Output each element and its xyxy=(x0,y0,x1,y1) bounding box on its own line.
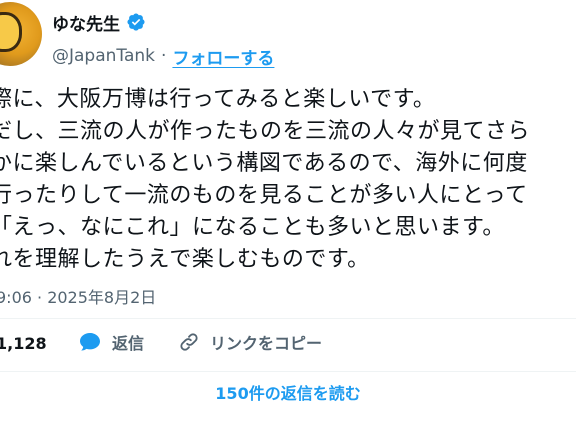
tweet-text-line: 際に、大阪万博は行ってみると楽しいです。 xyxy=(0,87,436,112)
divider xyxy=(0,318,576,319)
author-handle[interactable]: @JapanTank xyxy=(52,46,155,66)
author-avatar[interactable] xyxy=(0,2,42,66)
reply-label: 返信 xyxy=(112,334,145,353)
tweet-text-line: れを理解したうえで楽しむものです。 xyxy=(0,247,370,272)
tweet-text-line: 「えっ、なにこれ」になることも多いと思います。 xyxy=(0,215,505,240)
tweet-timestamp[interactable]: 9:06 · 2025年8月2日 xyxy=(0,284,156,308)
author-display-name[interactable]: ゆな先生 xyxy=(52,10,120,35)
tweet-text-line: かに楽しんでいるという構図であるので、海外に何度 xyxy=(0,151,528,176)
like-count[interactable]: 1,128 xyxy=(0,334,47,353)
avatar-character-icon xyxy=(0,12,22,52)
copy-link-label: リンクをコピー xyxy=(210,334,323,353)
separator-dot: · xyxy=(161,46,167,66)
tweet-text-line: 行ったりして一流のものを見ることが多い人にとって xyxy=(0,183,528,208)
verified-badge-icon xyxy=(127,13,145,31)
copy-link-button[interactable]: リンクをコピー xyxy=(178,330,322,354)
link-icon xyxy=(180,333,198,351)
tweet-actions-bar: 1,128 返信 リンクをコピー xyxy=(0,330,576,362)
like-count-value: 1,128 xyxy=(0,334,47,353)
divider xyxy=(0,371,576,372)
tweet-text-line: だし、三流の人が作ったものを三流の人々が見てさら xyxy=(0,119,531,144)
author-handle-row: @JapanTank · フォローする xyxy=(52,44,274,69)
read-replies-button[interactable]: 150件の返信を読む xyxy=(0,380,576,404)
speech-bubble-icon xyxy=(80,333,100,351)
follow-button[interactable]: フォローする xyxy=(172,44,274,69)
reply-button[interactable]: 返信 xyxy=(78,330,144,354)
tweet-text: 際に、大阪万博は行ってみると楽しいです。 だし、三流の人が作ったものを三流の人々… xyxy=(0,84,576,276)
author-name-row: ゆな先生 xyxy=(52,10,146,35)
